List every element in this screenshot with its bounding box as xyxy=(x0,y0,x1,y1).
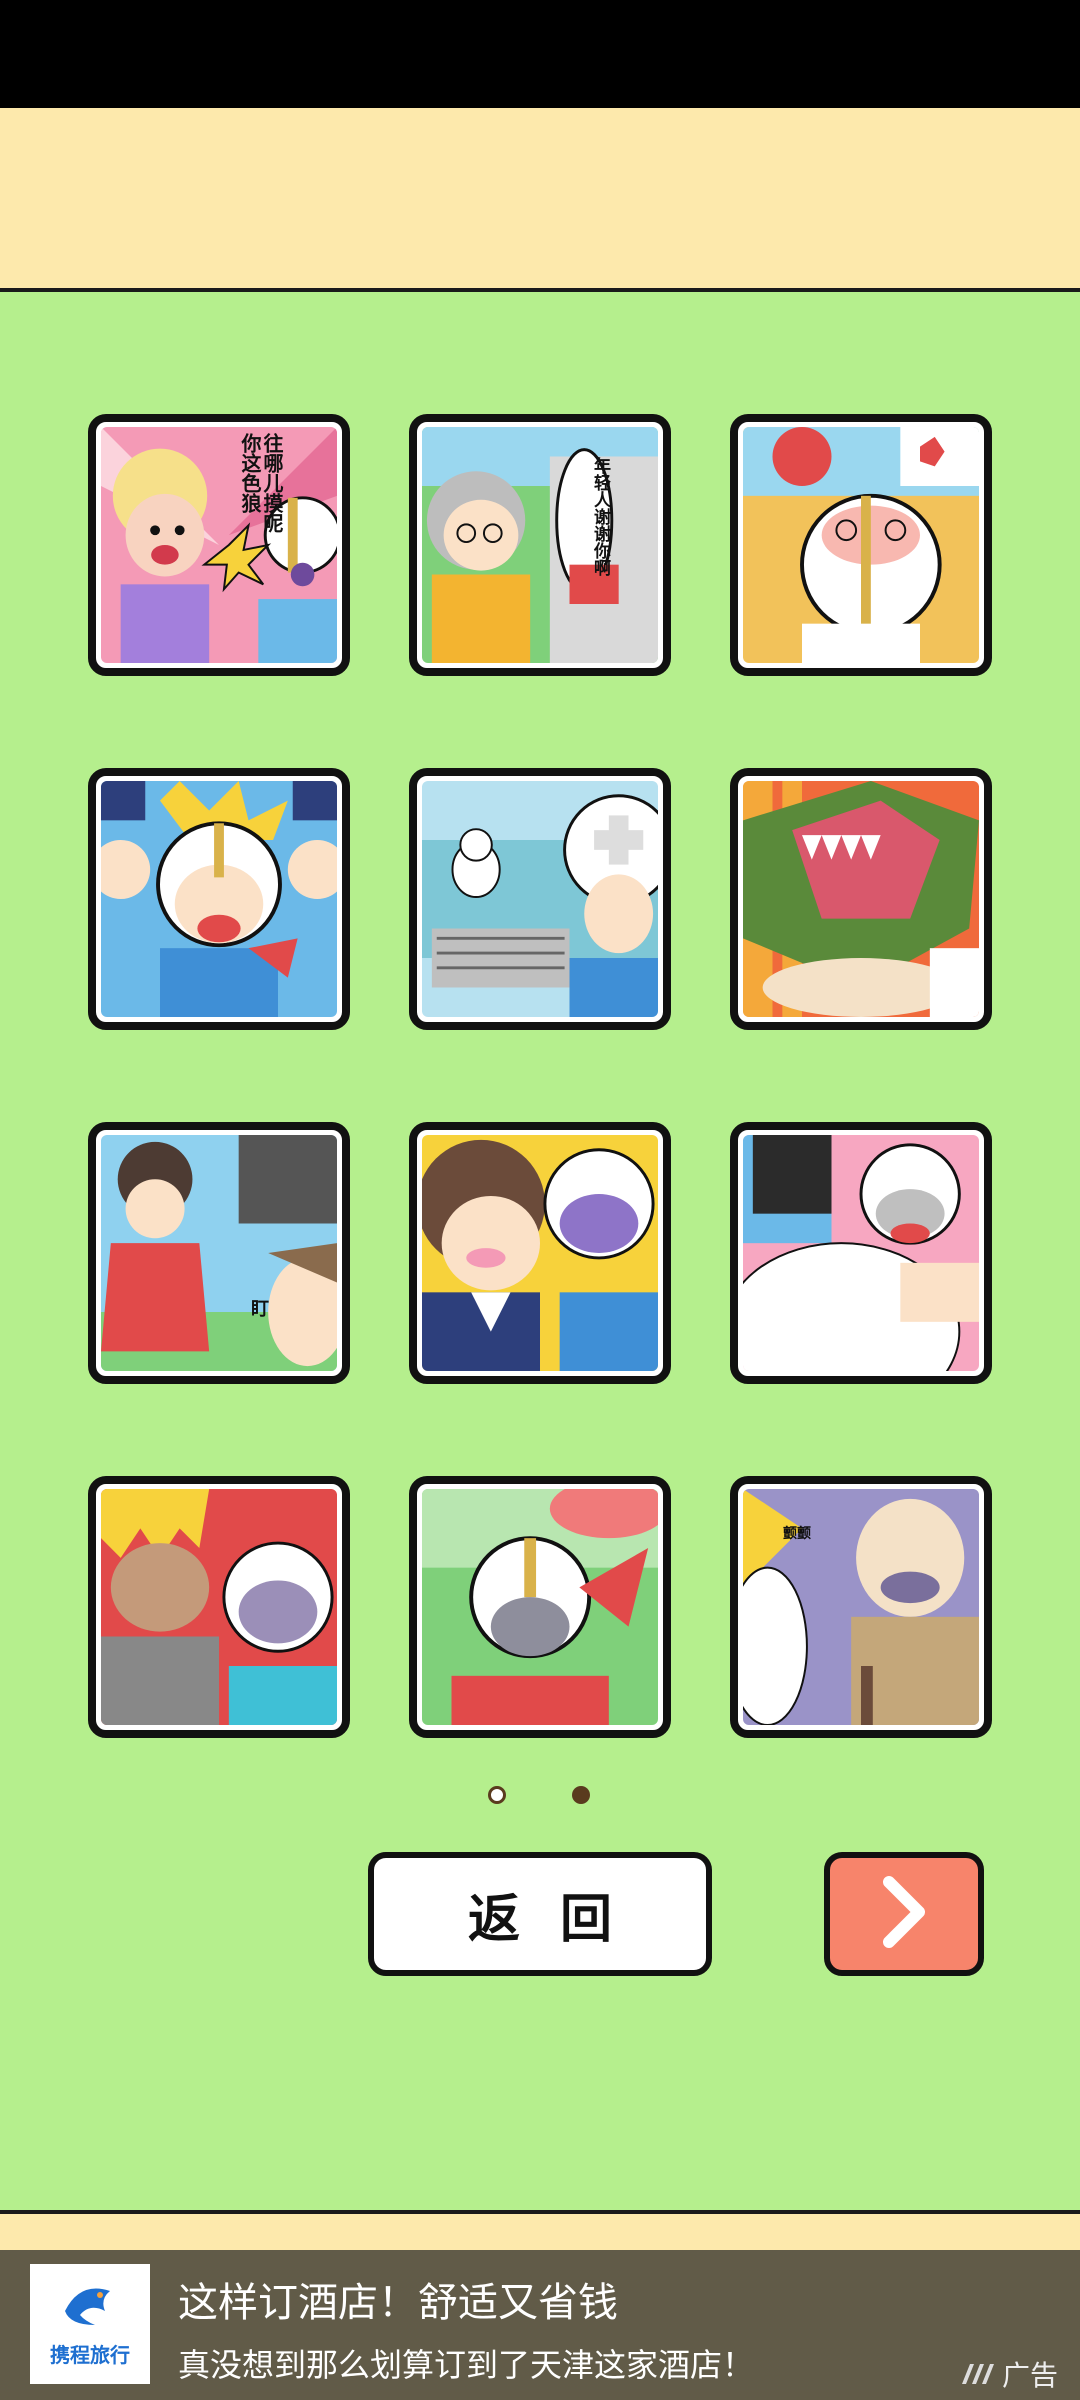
comic-tile-9[interactable] xyxy=(730,1122,992,1384)
comic-tile-7[interactable]: 盯 xyxy=(88,1122,350,1384)
comic-tile-8[interactable] xyxy=(409,1122,671,1384)
ad-mark-icon xyxy=(962,2358,998,2391)
comic-tile-6[interactable] xyxy=(730,768,992,1030)
ad-brand: 携程旅行 xyxy=(50,2342,130,2367)
chevron-right-icon xyxy=(874,1872,934,1956)
dolphin-icon xyxy=(60,2281,120,2333)
comic-tile-4[interactable] xyxy=(88,768,350,1030)
bottom-banner xyxy=(0,2210,1080,2254)
next-page-button[interactable] xyxy=(824,1852,984,1976)
ad-logo[interactable]: 携程旅行 xyxy=(30,2264,150,2384)
comic-tile-12[interactable]: 颤颤 xyxy=(730,1476,992,1738)
comic-tile-11[interactable] xyxy=(409,1476,671,1738)
comic-tile-3[interactable] xyxy=(730,414,992,676)
ad-title[interactable]: 这样订酒店！舒适又省钱 xyxy=(178,2270,618,2328)
speech-bubble-text: 盯 xyxy=(251,1299,269,1320)
comic-tile-5[interactable] xyxy=(409,768,671,1030)
back-button[interactable]: 返回 xyxy=(368,1852,712,1976)
ad-banner[interactable]: 携程旅行 这样订酒店！舒适又省钱 真没想到那么划算订到了天津这家酒店！ 广告 xyxy=(0,2250,1080,2400)
speech-bubble-text: 年轻人谢谢你啊 xyxy=(590,457,610,576)
ad-tag: 广告 xyxy=(962,2354,1058,2394)
ad-tag-label: 广告 xyxy=(1002,2359,1059,2392)
comic-tile-2[interactable]: 年轻人谢谢你啊 xyxy=(409,414,671,676)
ad-subtitle[interactable]: 真没想到那么划算订到了天津这家酒店！ xyxy=(178,2340,754,2386)
comic-tile-1[interactable]: 往哪儿摸呢你这色狼 xyxy=(88,414,350,676)
page-dot-2[interactable] xyxy=(572,1786,590,1804)
comic-gallery-grid: 往哪儿摸呢你这色狼 年轻人谢谢你啊 盯 颤颤 xyxy=(0,0,1080,1760)
speech-bubble-text: 往哪儿摸呢你这色狼 xyxy=(238,433,284,533)
comic-tile-10[interactable] xyxy=(88,1476,350,1738)
page-indicator xyxy=(0,1786,1080,1810)
page-dot-1[interactable] xyxy=(488,1786,506,1804)
speech-bubble-text: 颤颤 xyxy=(783,1526,811,1542)
